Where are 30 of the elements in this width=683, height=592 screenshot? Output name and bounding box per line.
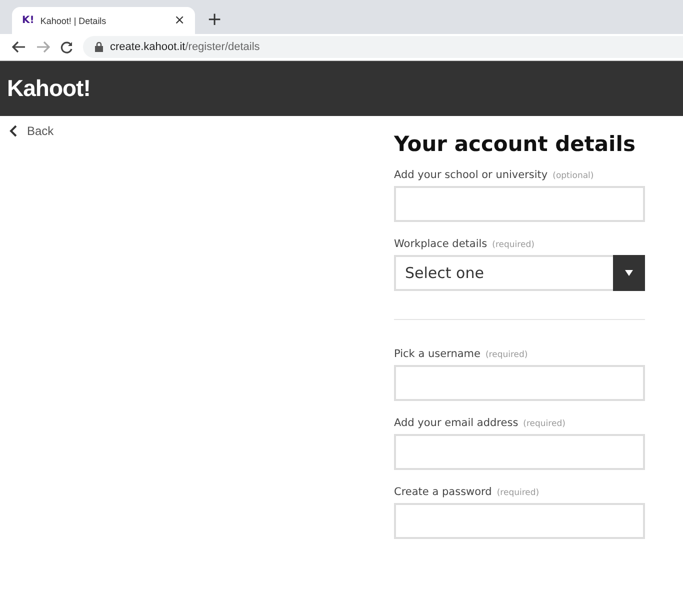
input-field[interactable] [394, 186, 645, 222]
page-title: Your account details [394, 132, 636, 156]
field-label: Workplace details [394, 238, 488, 250]
field-note: (required) [496, 488, 540, 498]
tab-title: Kahoot! | Details [40, 16, 108, 26]
reload-icon[interactable] [60, 40, 73, 54]
input-field[interactable] [394, 503, 645, 539]
field-label: Create a password [394, 486, 492, 498]
field-note: (optional) [552, 171, 594, 181]
field-label: Add your email address [394, 417, 518, 429]
input-field[interactable] [394, 365, 645, 401]
field-note: (required) [523, 419, 566, 429]
new-tab-button[interactable]: + [207, 9, 222, 30]
browser-tab[interactable]: K! Kahoot! | Details × [12, 7, 195, 34]
tab-favicon: K! [22, 15, 34, 26]
back-link[interactable]: Back [9, 124, 54, 138]
lock-icon [95, 42, 103, 52]
field-note: (required) [485, 350, 528, 360]
address-bar[interactable]: create.kahoot.it/register/details [83, 36, 683, 58]
caret-icon [625, 270, 633, 276]
back-arrow-icon[interactable] [12, 41, 26, 53]
field-note: (required) [492, 240, 534, 250]
chevron-left-icon [9, 125, 17, 137]
select-dropdown[interactable]: Select one [394, 255, 645, 291]
field-label: Add your school or university [394, 169, 548, 181]
logo[interactable]: Kahoot! [7, 75, 90, 102]
field-label: Pick a username [394, 348, 480, 360]
forward-arrow-icon[interactable] [36, 41, 50, 53]
close-icon[interactable]: × [174, 13, 185, 28]
input-field[interactable] [394, 434, 645, 470]
